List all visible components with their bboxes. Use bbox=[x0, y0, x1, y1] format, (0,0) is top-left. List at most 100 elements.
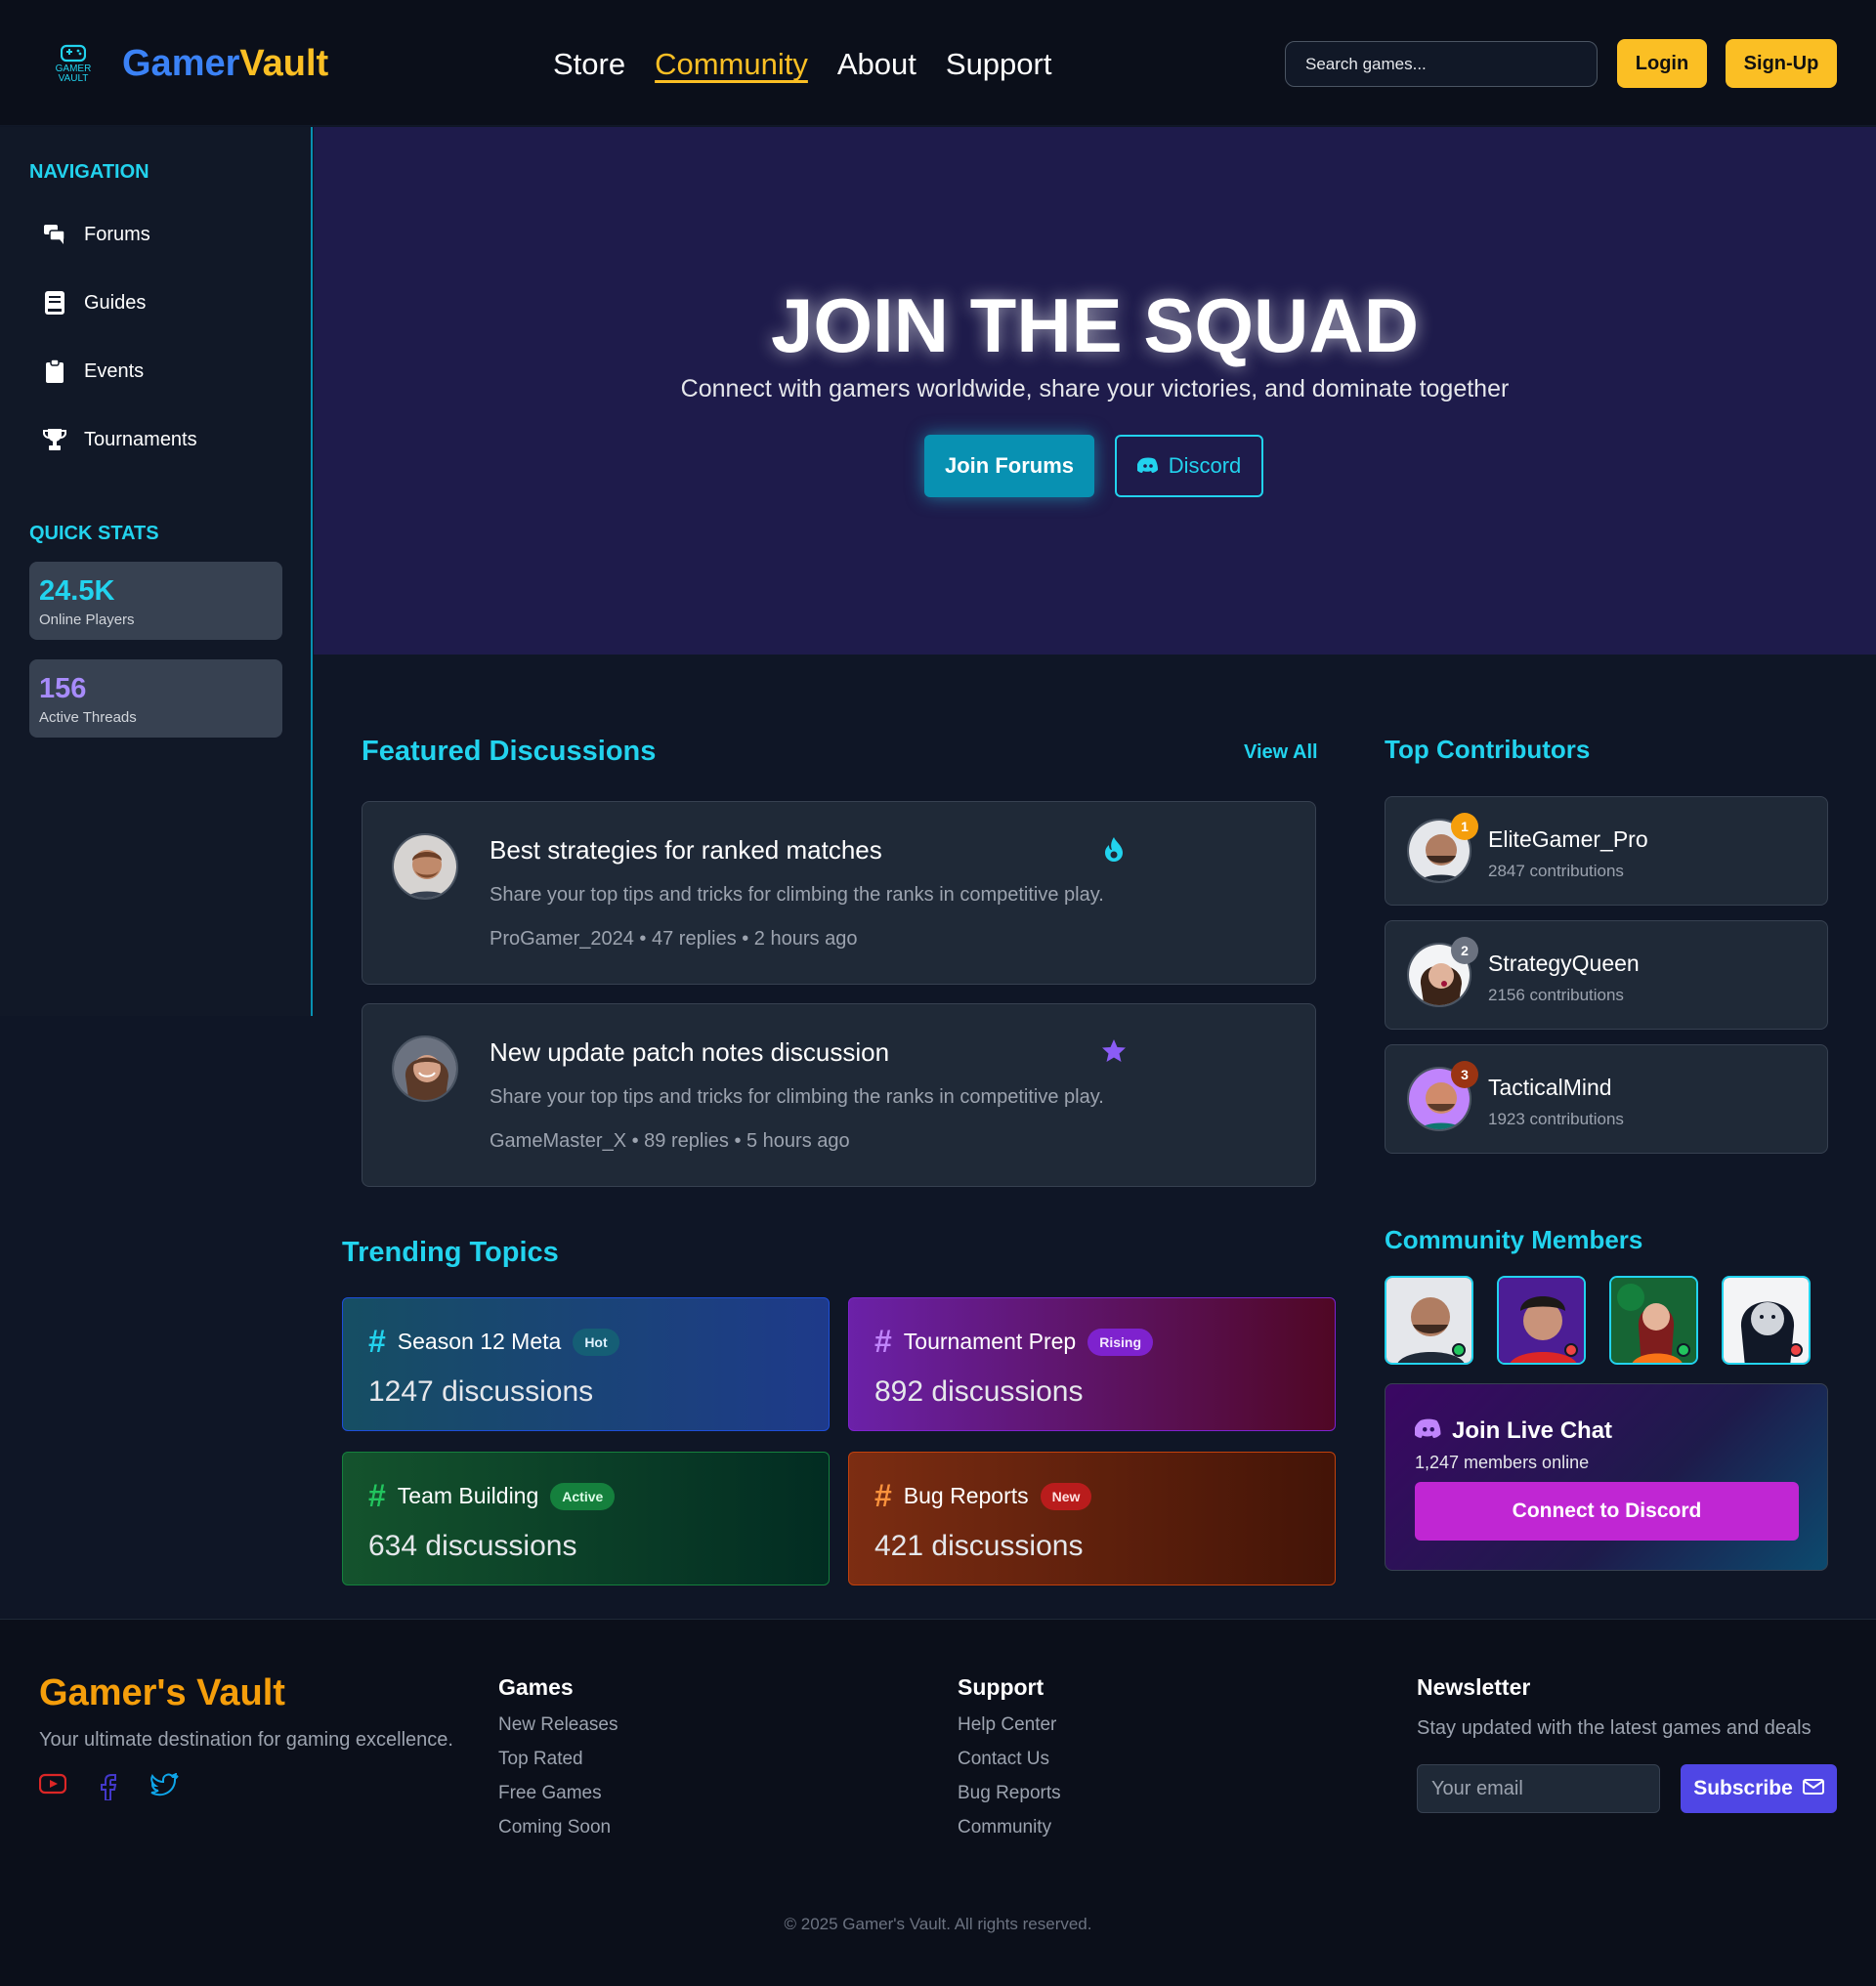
status-online-icon bbox=[1677, 1343, 1690, 1357]
footer-newsletter-heading: Newsletter bbox=[1417, 1674, 1531, 1700]
footer-link[interactable]: New Releases bbox=[498, 1714, 618, 1736]
facebook-icon[interactable] bbox=[98, 1773, 119, 1805]
discussion-title[interactable]: New update patch notes discussion bbox=[490, 1037, 889, 1068]
newsletter-email-input[interactable] bbox=[1417, 1764, 1660, 1813]
footer-link[interactable]: Contact Us bbox=[958, 1749, 1061, 1770]
main-nav: Store Community About Support bbox=[553, 47, 1051, 82]
member-avatar[interactable] bbox=[1385, 1276, 1473, 1365]
member-avatar[interactable] bbox=[1722, 1276, 1811, 1365]
hashtag-icon: # bbox=[368, 1478, 386, 1513]
sidebar-item-events[interactable]: Events bbox=[43, 359, 144, 383]
avatar bbox=[392, 1035, 458, 1102]
discussion-card[interactable]: Best strategies for ranked matches Share… bbox=[362, 801, 1316, 985]
contributor-count: 1923 contributions bbox=[1488, 1110, 1624, 1128]
nav-about[interactable]: About bbox=[837, 47, 917, 82]
footer-link[interactable]: Help Center bbox=[958, 1714, 1061, 1736]
discussion-card[interactable]: New update patch notes discussion Share … bbox=[362, 1003, 1316, 1187]
footer-link[interactable]: Free Games bbox=[498, 1783, 618, 1804]
contributor-name[interactable]: StrategyQueen bbox=[1488, 951, 1640, 977]
brand-part-1: Gamer bbox=[122, 43, 240, 84]
contributor-count: 2156 contributions bbox=[1488, 986, 1624, 1004]
hashtag-icon: # bbox=[368, 1324, 386, 1359]
sidebar: NAVIGATION Forums Guides Events Tourname… bbox=[0, 127, 313, 1016]
login-button[interactable]: Login bbox=[1617, 39, 1707, 88]
nav-community[interactable]: Community bbox=[655, 47, 808, 82]
hashtag-icon: # bbox=[874, 1478, 892, 1513]
footer-support-heading: Support bbox=[958, 1674, 1045, 1700]
live-chat-subtitle: 1,247 members online bbox=[1415, 1453, 1590, 1472]
topic-name: Tournament Prep bbox=[903, 1329, 1077, 1354]
live-chat-card: Join Live Chat 1,247 members online Conn… bbox=[1385, 1383, 1828, 1571]
topic-count: 634 discussions bbox=[368, 1530, 577, 1562]
sidebar-stats-heading: QUICK STATS bbox=[29, 523, 159, 544]
newsletter-text: Stay updated with the latest games and d… bbox=[1417, 1717, 1812, 1739]
topic-tag: Active bbox=[550, 1482, 616, 1510]
subscribe-label: Subscribe bbox=[1693, 1777, 1793, 1799]
sidebar-item-forums[interactable]: Forums bbox=[43, 223, 150, 246]
discord-icon bbox=[1414, 1417, 1442, 1445]
topic-tag: Rising bbox=[1087, 1328, 1154, 1356]
contributor-card[interactable]: 1 EliteGamer_Pro 2847 contributions bbox=[1385, 796, 1828, 906]
nav-store[interactable]: Store bbox=[553, 47, 625, 82]
discussion-meta: GameMaster_X • 89 replies • 5 hours ago bbox=[490, 1130, 850, 1152]
brand-logo[interactable]: GamerVault bbox=[122, 43, 328, 85]
member-avatar[interactable] bbox=[1609, 1276, 1698, 1365]
footer-support-column: Support Help Center Contact Us Bug Repor… bbox=[958, 1674, 1061, 1851]
topic-tag: Hot bbox=[573, 1328, 619, 1356]
contributor-card[interactable]: 3 TacticalMind 1923 contributions bbox=[1385, 1044, 1828, 1154]
sidebar-item-guides[interactable]: Guides bbox=[43, 291, 146, 315]
clipboard-icon bbox=[43, 359, 66, 383]
topic-count: 1247 discussions bbox=[368, 1375, 594, 1408]
logo-icon[interactable]: GAMER VAULT bbox=[55, 43, 92, 86]
signup-button[interactable]: Sign-Up bbox=[1726, 39, 1837, 88]
rank-badge: 2 bbox=[1451, 937, 1478, 964]
topic-count: 892 discussions bbox=[874, 1375, 1084, 1408]
discord-button[interactable]: Discord bbox=[1115, 435, 1263, 497]
connect-discord-button[interactable]: Connect to Discord bbox=[1415, 1482, 1799, 1541]
topic-card-season-12-meta[interactable]: # Season 12 Meta Hot 1247 discussions bbox=[342, 1297, 830, 1431]
sidebar-item-label: Tournaments bbox=[84, 428, 197, 450]
footer-tagline: Your ultimate destination for gaming exc… bbox=[39, 1729, 453, 1751]
stat-label: Online Players bbox=[39, 612, 135, 628]
footer-link[interactable]: Community bbox=[958, 1817, 1061, 1838]
footer-newsletter-column: Newsletter bbox=[1417, 1674, 1530, 1714]
community-members-title: Community Members bbox=[1385, 1225, 1643, 1254]
subscribe-button[interactable]: Subscribe bbox=[1681, 1764, 1837, 1813]
topic-card-team-building[interactable]: # Team Building Active 634 discussions bbox=[342, 1452, 830, 1585]
stat-value: 24.5K bbox=[39, 575, 115, 607]
stat-value: 156 bbox=[39, 673, 87, 704]
discussion-desc: Share your top tips and tricks for climb… bbox=[490, 1086, 1104, 1108]
footer-link[interactable]: Bug Reports bbox=[958, 1783, 1061, 1804]
contributor-card[interactable]: 2 StrategyQueen 2156 contributions bbox=[1385, 920, 1828, 1030]
contributor-count: 2847 contributions bbox=[1488, 862, 1624, 880]
stat-card-active-threads: 156 Active Threads bbox=[29, 659, 282, 738]
comments-icon bbox=[43, 223, 66, 246]
logo-mark-text: GAMER VAULT bbox=[55, 63, 92, 84]
social-links bbox=[38, 1771, 180, 1805]
contributor-name[interactable]: TacticalMind bbox=[1488, 1075, 1612, 1101]
rank-badge: 1 bbox=[1451, 813, 1478, 840]
youtube-icon[interactable] bbox=[38, 1773, 67, 1805]
member-avatar[interactable] bbox=[1497, 1276, 1586, 1365]
discussion-title[interactable]: Best strategies for ranked matches bbox=[490, 835, 882, 866]
topic-card-tournament-prep[interactable]: # Tournament Prep Rising 892 discussions bbox=[848, 1297, 1336, 1431]
topic-name: Bug Reports bbox=[903, 1483, 1029, 1508]
footer-link[interactable]: Top Rated bbox=[498, 1749, 618, 1770]
nav-support[interactable]: Support bbox=[946, 47, 1052, 82]
copyright: © 2025 Gamer's Vault. All rights reserve… bbox=[784, 1915, 1092, 1933]
view-all-link[interactable]: View All bbox=[1244, 741, 1318, 764]
footer-link[interactable]: Coming Soon bbox=[498, 1817, 618, 1838]
star-icon bbox=[1100, 1037, 1128, 1065]
sidebar-nav-heading: NAVIGATION bbox=[29, 161, 149, 183]
discord-icon bbox=[1135, 453, 1159, 479]
sidebar-item-tournaments[interactable]: Tournaments bbox=[43, 428, 197, 451]
stat-label: Active Threads bbox=[39, 709, 137, 726]
contributor-name[interactable]: EliteGamer_Pro bbox=[1488, 826, 1648, 853]
footer-games-column: Games New Releases Top Rated Free Games … bbox=[498, 1674, 618, 1851]
twitter-icon[interactable] bbox=[150, 1771, 180, 1805]
status-online-icon bbox=[1452, 1343, 1466, 1357]
topic-card-bug-reports[interactable]: # Bug Reports New 421 discussions bbox=[848, 1452, 1336, 1585]
fire-icon bbox=[1100, 835, 1128, 863]
search-input[interactable] bbox=[1285, 41, 1598, 87]
join-forums-button[interactable]: Join Forums bbox=[924, 435, 1094, 497]
